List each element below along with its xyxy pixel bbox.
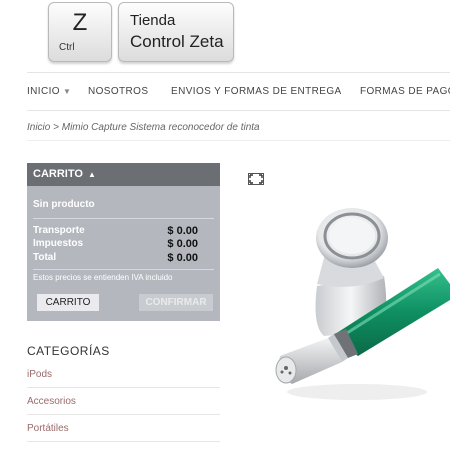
cart-block: CARRITO ▲ Sin producto Transporte $ 0.00…: [27, 163, 220, 321]
logo-name-line2: Control Zeta: [130, 32, 224, 51]
nav-item-inicio[interactable]: INICIO: [27, 86, 60, 97]
nav-item-formas-de-pago[interactable]: FORMAS DE PAGO: [360, 86, 450, 97]
caret-down-icon[interactable]: ▼: [63, 87, 71, 96]
product-image[interactable]: [262, 196, 450, 406]
cart-row-total: Total $ 0.00: [33, 252, 198, 264]
confirm-button[interactable]: CONFIRMAR: [139, 294, 213, 311]
cart-tax-note: Estos precios se entienden IVA incluido: [33, 273, 173, 282]
categories-title: CATEGORÍAS: [27, 344, 110, 358]
category-ipods[interactable]: iPods: [27, 369, 52, 380]
category-divider: [27, 387, 220, 388]
cart-row-value: $ 0.00: [167, 238, 198, 250]
cart-divider: [33, 218, 214, 219]
cart-row-label: Impuestos: [33, 238, 84, 249]
cart-row-label: Transporte: [33, 225, 85, 236]
breadcrumb[interactable]: Inicio > Mimio Capture Sistema reconoced…: [27, 122, 260, 133]
cart-row-value: $ 0.00: [167, 252, 198, 264]
category-accesorios[interactable]: Accesorios: [27, 396, 76, 407]
nav-item-nosotros[interactable]: NOSOTROS: [88, 86, 148, 97]
cart-divider: [33, 269, 214, 270]
cart-header[interactable]: CARRITO ▲: [27, 163, 220, 186]
nav-item-envios[interactable]: ENVIOS Y FORMAS DE ENTREGA: [171, 86, 342, 97]
cart-button[interactable]: CARRITO: [37, 294, 99, 311]
category-divider: [27, 441, 220, 442]
cart-row-impuestos: Impuestos $ 0.00: [33, 238, 198, 250]
expand-icon[interactable]: [248, 173, 264, 185]
cart-row-transporte: Transporte $ 0.00: [33, 225, 198, 237]
category-portatiles[interactable]: Portátiles: [27, 423, 69, 434]
cart-title: CARRITO: [33, 168, 83, 180]
logo-name-line1: Tienda: [130, 12, 176, 29]
store-logo[interactable]: Z Ctrl Tienda Control Zeta: [48, 2, 234, 64]
logo-key-letter: Z: [72, 9, 88, 36]
nav-bottom-border: [27, 110, 450, 111]
cart-row-label: Total: [33, 252, 57, 263]
breadcrumb-divider: [27, 140, 450, 141]
triangle-up-icon[interactable]: ▲: [88, 170, 96, 179]
cart-empty-text: Sin producto: [33, 199, 95, 210]
logo-key-sub: Ctrl: [59, 42, 75, 53]
logo-name-key: Tienda Control Zeta: [118, 2, 234, 62]
logo-key-z: Z Ctrl: [48, 2, 112, 62]
nav-top-border: [27, 72, 450, 73]
category-divider: [27, 414, 220, 415]
cart-row-value: $ 0.00: [167, 225, 198, 237]
